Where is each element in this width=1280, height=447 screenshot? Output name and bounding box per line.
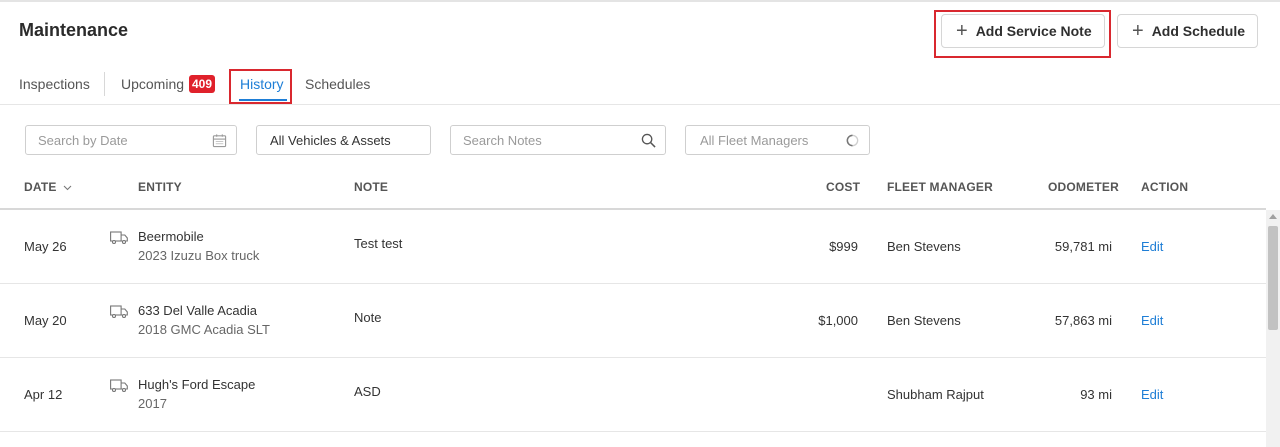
column-header-date-label: DATE [24,180,57,194]
entity-subtitle: 2017 [138,396,167,411]
upcoming-count-badge: 409 [189,75,216,93]
date-search-input[interactable]: Search by Date [25,125,237,155]
highlight-box-add-service-note [934,10,1111,58]
row-fleet-manager: Ben Stevens [887,239,961,254]
row-odometer: 93 mi [1080,387,1112,402]
vehicles-assets-select[interactable]: All Vehicles & Assets [256,125,431,155]
chevron-down-icon [63,185,72,191]
search-icon [641,133,656,148]
row-note: Test test [354,236,403,251]
add-schedule-label: Add Schedule [1151,23,1246,39]
column-header-note: NOTE [354,180,389,194]
column-header-fleet-manager: FLEET MANAGER [887,180,993,194]
edit-link[interactable]: Edit [1141,387,1163,402]
vehicles-assets-value: All Vehicles & Assets [270,132,391,148]
row-cost: $1,000 [818,313,858,328]
notes-search-input[interactable]: Search Notes [450,125,666,155]
entity-name: Beermobile [138,229,204,244]
table-row: Apr 12 Hugh's Ford Escape 2017 ASD Shubh… [0,358,1266,432]
scrollbar-thumb[interactable] [1268,226,1278,330]
row-cost: $999 [829,239,858,254]
truck-icon [110,379,128,392]
top-border [0,0,1280,2]
entity-subtitle: 2023 Izuzu Box truck [138,248,260,263]
fleet-managers-placeholder: All Fleet Managers [700,132,809,148]
plus-icon: + [1132,20,1144,42]
truck-icon [110,305,128,318]
column-header-date[interactable]: DATE [24,180,72,194]
edit-link[interactable]: Edit [1141,313,1163,328]
row-fleet-manager: Shubham Rajput [887,387,984,402]
table-row: May 20 633 Del Valle Acadia 2018 GMC Aca… [0,284,1266,358]
table-row: May 26 Beermobile 2023 Izuzu Box truck T… [0,210,1266,284]
row-note: Note [354,310,382,325]
entity-name: Hugh's Ford Escape [138,377,256,392]
vertical-scrollbar[interactable] [1266,210,1280,447]
page-title: Maintenance [19,20,129,40]
loading-spinner-icon [846,134,859,147]
column-header-odometer: ODOMETER [1048,180,1119,194]
tabs-divider [0,104,1280,105]
highlight-box-history-tab [229,69,292,104]
row-odometer: 57,863 mi [1054,313,1112,328]
row-date: May 26 [24,239,67,254]
row-date: May 20 [24,313,67,328]
row-date: Apr 12 [24,387,63,402]
notes-search-placeholder: Search Notes [463,132,542,148]
date-search-placeholder: Search by Date [38,132,128,148]
row-odometer: 59,781 mi [1054,239,1112,254]
truck-icon [110,231,128,244]
column-header-action: ACTION [1141,180,1189,194]
tab-divider [104,72,105,96]
column-header-entity: ENTITY [138,180,182,194]
row-note: ASD [354,384,381,399]
column-header-cost: COST [826,180,861,194]
row-fleet-manager: Ben Stevens [887,313,961,328]
fleet-managers-select[interactable]: All Fleet Managers [685,125,870,155]
tab-upcoming[interactable]: Upcoming [121,76,184,92]
tab-schedules[interactable]: Schedules [305,76,370,92]
entity-subtitle: 2018 GMC Acadia SLT [138,322,270,337]
scroll-up-arrow-icon[interactable] [1269,214,1277,219]
entity-name: 633 Del Valle Acadia [138,303,258,318]
edit-link[interactable]: Edit [1141,239,1163,254]
calendar-icon [212,134,227,148]
tab-inspections[interactable]: Inspections [19,76,90,92]
add-schedule-button[interactable]: + Add Schedule [1117,14,1258,48]
